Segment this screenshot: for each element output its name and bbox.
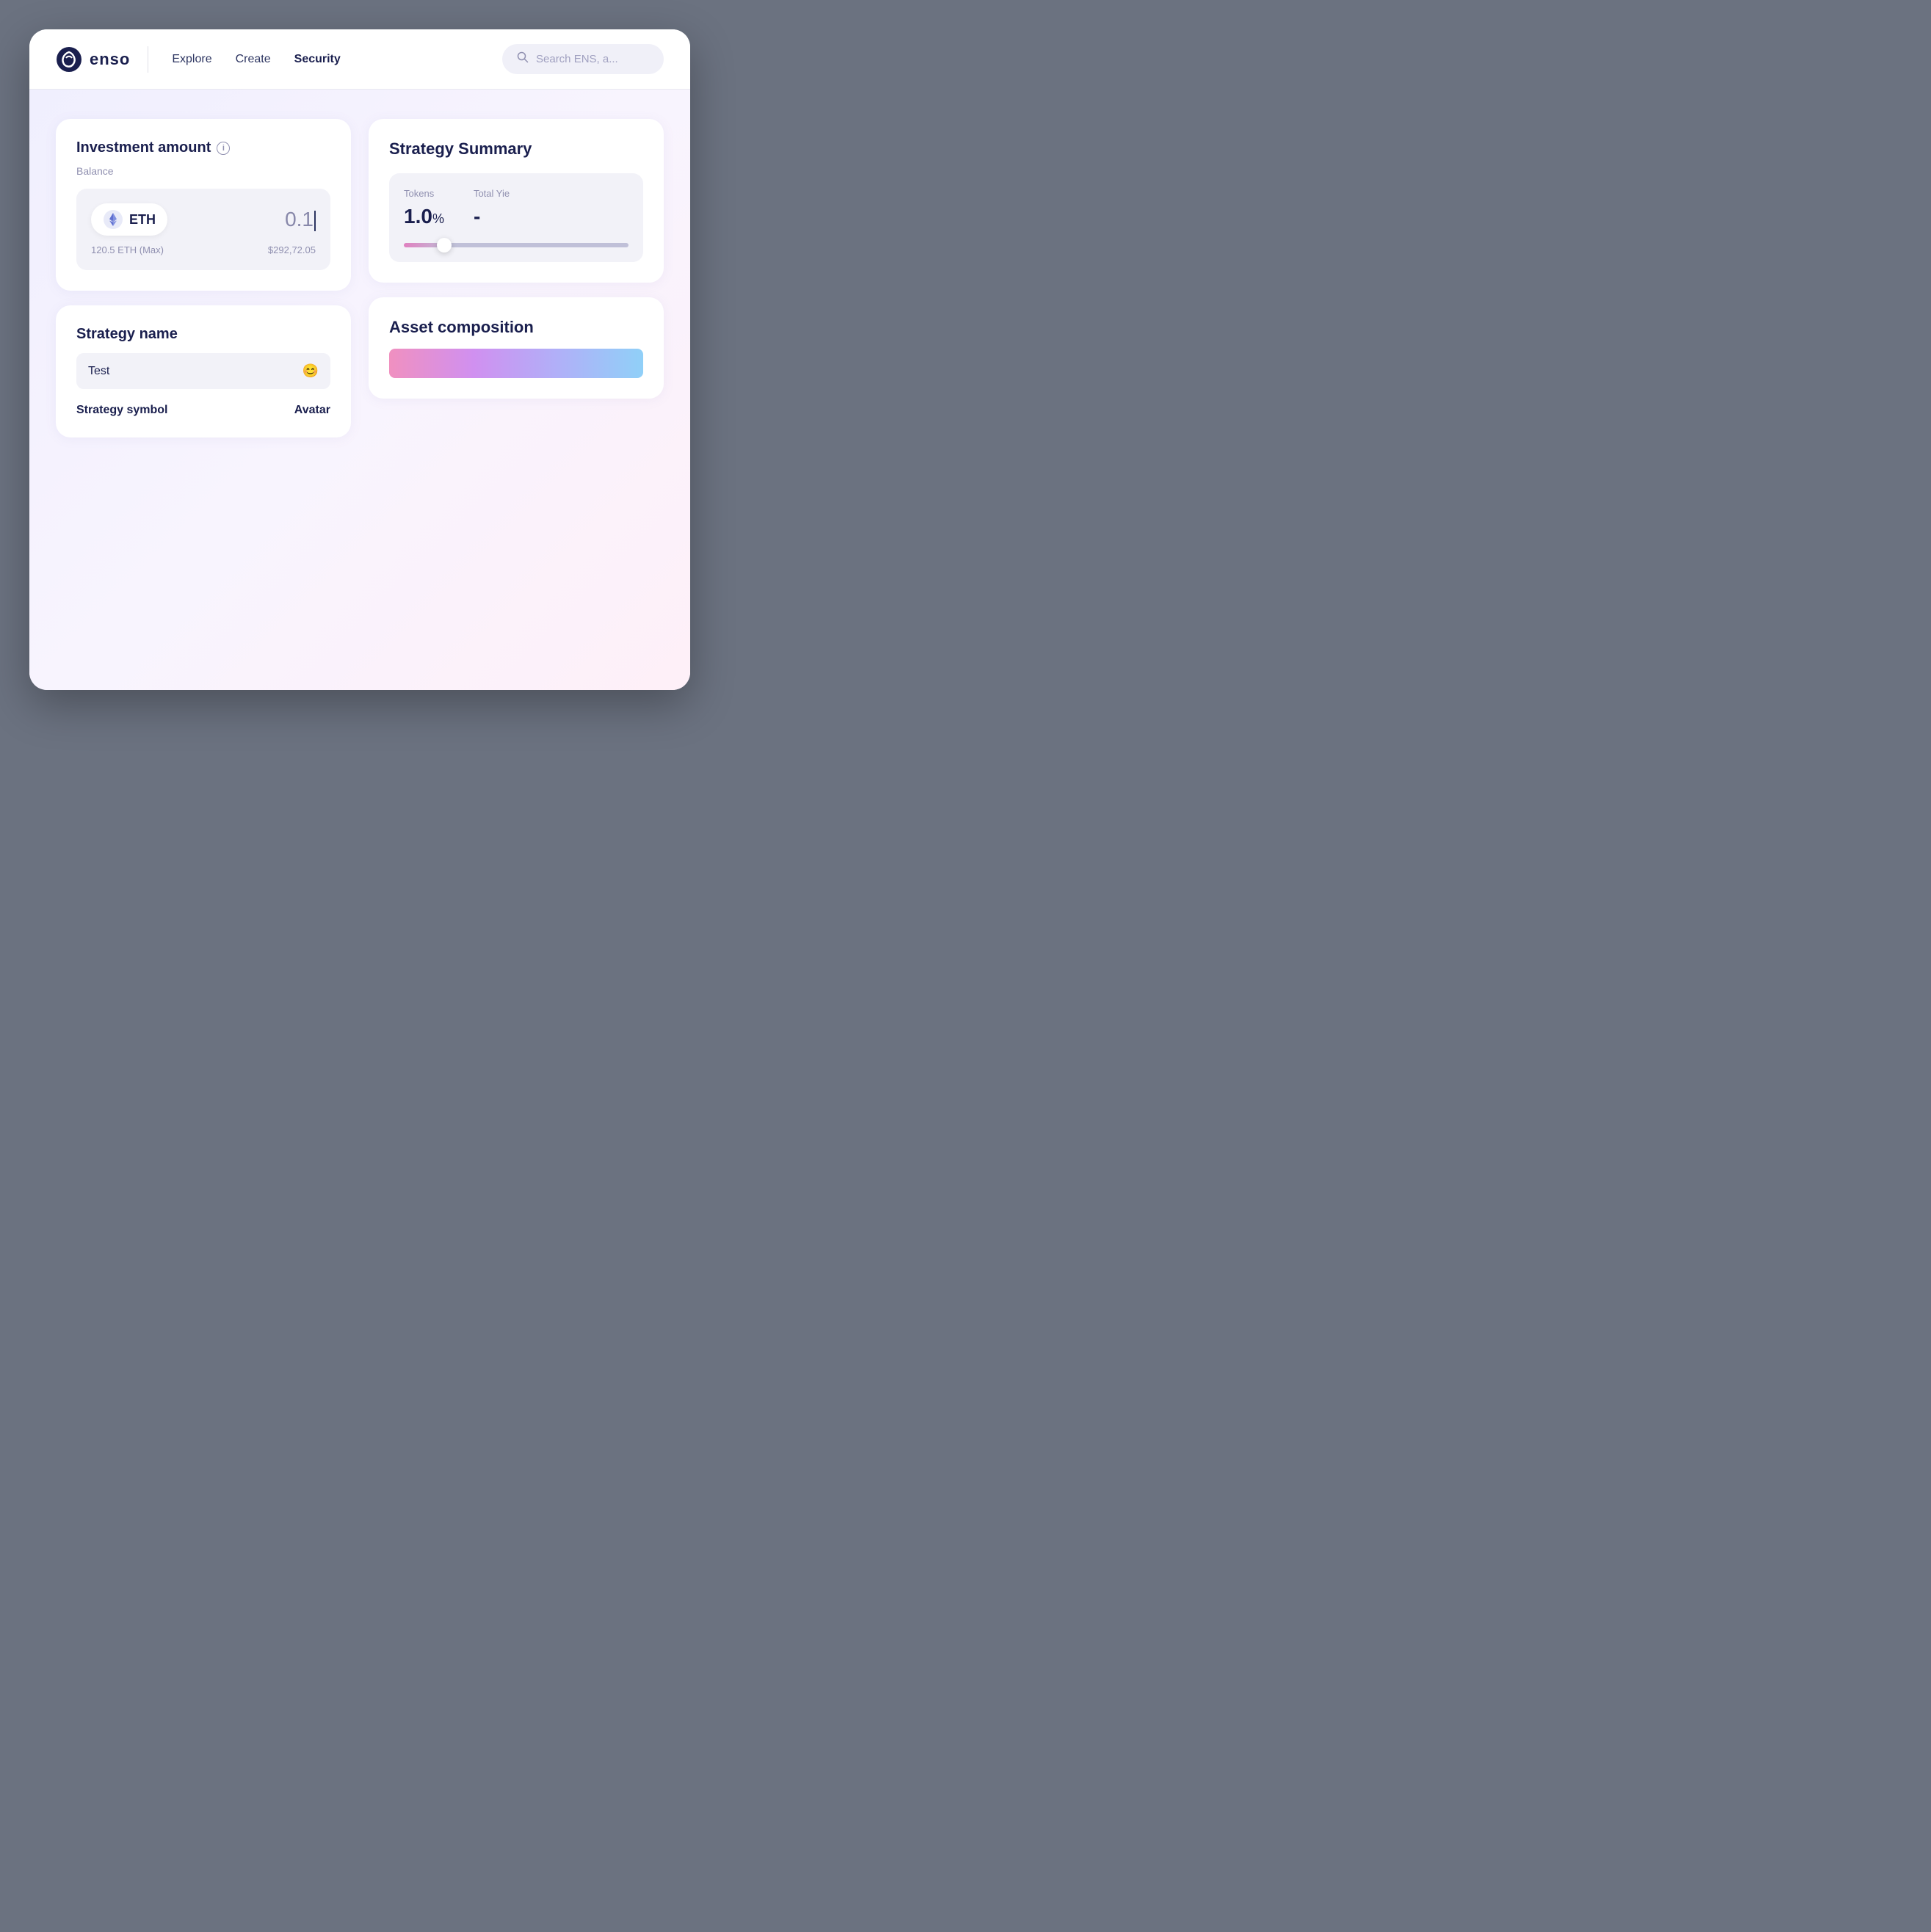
investment-amount-card: Investment amount i Balance — [56, 119, 351, 291]
token-row: ETH 0.1 — [91, 203, 316, 236]
tokens-value: 1.0% — [404, 205, 444, 228]
info-icon[interactable]: i — [217, 142, 230, 155]
asset-bar — [389, 349, 643, 378]
strategy-symbol-label: Strategy symbol — [76, 404, 167, 417]
nav-create[interactable]: Create — [236, 53, 271, 66]
app-window: Enso Explore Create Security Search ENS,… — [29, 29, 690, 690]
token-badge[interactable]: ETH — [91, 203, 167, 236]
slider-track[interactable] — [404, 243, 628, 247]
max-label: 120.5 ETH (Max) — [91, 244, 164, 255]
main-content: Investment amount i Balance — [29, 90, 690, 690]
balance-label: Balance — [76, 165, 330, 177]
header: Enso Explore Create Security Search ENS,… — [29, 29, 690, 90]
amount-input[interactable]: 0.1 — [285, 208, 316, 231]
strategy-summary-title: Strategy Summary — [389, 139, 643, 159]
total-yield-col: Total Yie - — [474, 188, 510, 228]
strategy-name-input[interactable]: Test 😊 — [76, 353, 330, 389]
tokens-label: Tokens — [404, 188, 444, 199]
avatar-label: Avatar — [294, 404, 330, 417]
summary-inner: Tokens 1.0% Total Yie - — [389, 173, 643, 262]
strategy-symbol-avatar-row: Strategy symbol Avatar — [76, 404, 330, 417]
strategy-summary-card: Strategy Summary Tokens 1.0% Total Yie - — [369, 119, 664, 283]
search-bar[interactable]: Search ENS, a... — [502, 44, 664, 74]
token-symbol: ETH — [129, 212, 156, 228]
usd-value: $292,72.05 — [268, 244, 316, 255]
nav-security[interactable]: Security — [294, 53, 341, 66]
cursor — [314, 211, 316, 231]
enso-logo-icon — [56, 46, 82, 73]
right-column: Strategy Summary Tokens 1.0% Total Yie - — [369, 119, 664, 661]
search-placeholder: Search ENS, a... — [536, 53, 618, 65]
strategy-name-title: Strategy name — [76, 326, 330, 343]
token-input-area[interactable]: ETH 0.1 120.5 ETH (Max) $292,72.05 — [76, 189, 330, 270]
summary-cols: Tokens 1.0% Total Yie - — [404, 188, 628, 228]
eth-icon — [103, 209, 123, 230]
search-icon — [517, 51, 529, 67]
tokens-col: Tokens 1.0% — [404, 188, 444, 228]
total-yield-label: Total Yie — [474, 188, 510, 199]
logo-text: Enso — [90, 50, 130, 69]
left-column: Investment amount i Balance — [56, 119, 351, 661]
emoji-button[interactable]: 😊 — [302, 363, 319, 379]
slider-thumb[interactable] — [437, 238, 452, 253]
total-yield-value: - — [474, 205, 510, 228]
token-subrow: 120.5 ETH (Max) $292,72.05 — [91, 244, 316, 255]
strategy-name-value: Test — [88, 365, 109, 378]
nav-links: Explore Create Security — [172, 53, 479, 66]
investment-card-title: Investment amount i — [76, 139, 330, 156]
nav-explore[interactable]: Explore — [172, 53, 211, 66]
logo-area: Enso — [56, 46, 148, 73]
asset-composition-title: Asset composition — [389, 318, 643, 337]
asset-composition-card: Asset composition — [369, 297, 664, 399]
strategy-name-card: Strategy name Test 😊 Strategy symbol Ava… — [56, 305, 351, 437]
